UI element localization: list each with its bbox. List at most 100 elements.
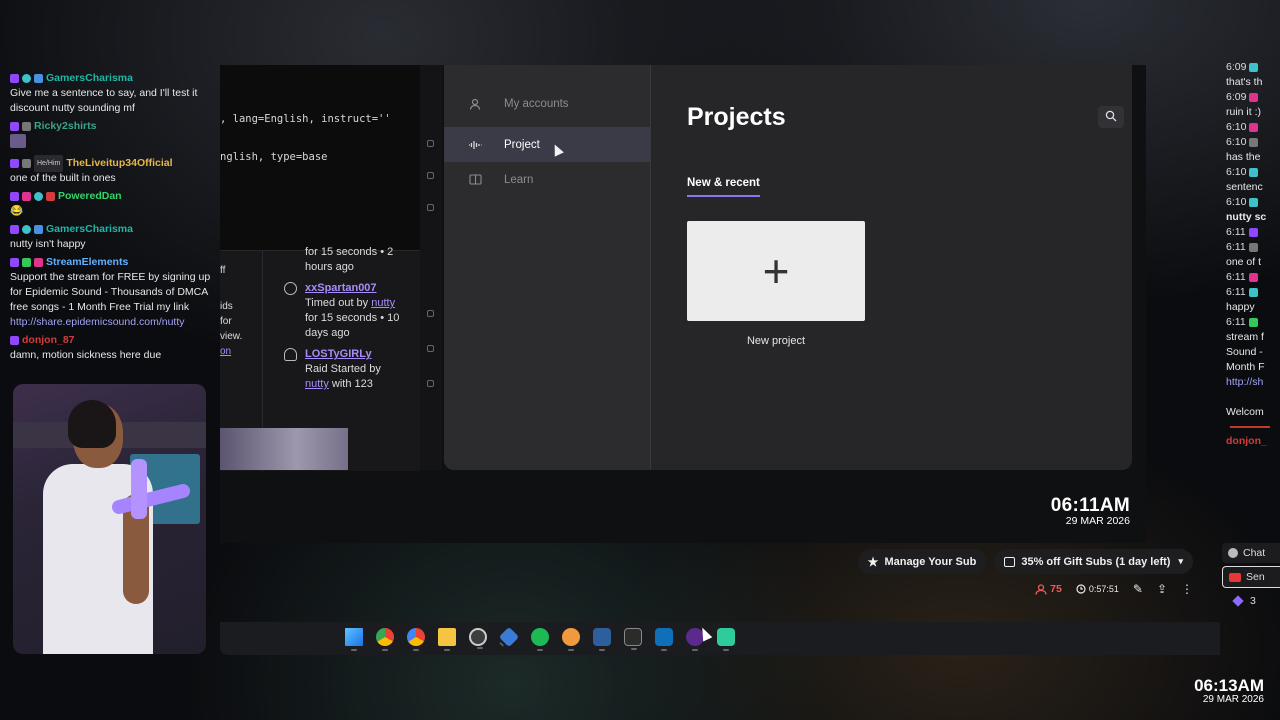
rail-icon[interactable] bbox=[427, 380, 434, 387]
book-icon bbox=[468, 173, 482, 187]
edit-icon[interactable]: ✎ bbox=[1133, 582, 1143, 596]
app-blue-icon[interactable] bbox=[498, 626, 520, 648]
terminal-icon[interactable] bbox=[624, 628, 642, 650]
chat-username[interactable]: TheLiveitup34Official bbox=[66, 156, 172, 171]
mod-log-entry: for 15 seconds • 2 hours ago bbox=[272, 245, 420, 275]
rail-icon[interactable] bbox=[427, 172, 434, 179]
nav-item-project[interactable]: Project bbox=[444, 127, 650, 162]
chat-link[interactable]: http://share.epidemicsound.com/nutty bbox=[10, 315, 212, 330]
mod-log-text: Raid Started by bbox=[305, 363, 381, 375]
right-chat-line: 6:10 bbox=[1226, 165, 1280, 180]
chat-badge-icon bbox=[34, 224, 43, 234]
send-button-label: Sen bbox=[1246, 571, 1265, 583]
chat-timestamp: 6:11 bbox=[1226, 316, 1246, 328]
chrome-icon[interactable] bbox=[376, 628, 394, 651]
chat-message: GamersCharisma Give me a sentence to say,… bbox=[10, 70, 212, 116]
terminal-window[interactable]: , lang=English, instruct='' nglish, type… bbox=[220, 65, 420, 250]
new-project-button[interactable]: + bbox=[687, 221, 865, 321]
chat-badge-icon bbox=[22, 224, 31, 234]
chat-message: StreamElements Support the stream for FRE… bbox=[10, 254, 212, 330]
chat-message-text: that's th bbox=[1226, 76, 1263, 88]
app-window: My accounts Project Learn Projects New &… bbox=[444, 65, 1132, 470]
chat-badge-icon bbox=[22, 121, 31, 131]
rail-icon[interactable] bbox=[427, 310, 434, 317]
chat-badge-icon bbox=[1249, 138, 1259, 147]
mod-log-link[interactable]: nutty bbox=[371, 297, 395, 309]
mod-log-text: Timed out by bbox=[305, 297, 372, 309]
chat-timestamp: 6:10 bbox=[1226, 196, 1247, 208]
green-app-icon[interactable] bbox=[717, 628, 735, 651]
chat-message-text: Give me a sentence to say, and I'll test… bbox=[10, 87, 198, 114]
chat-timestamp: 6:10 bbox=[1226, 121, 1247, 133]
chat-username[interactable]: StreamElements bbox=[46, 255, 128, 270]
rail-icon[interactable] bbox=[427, 140, 434, 147]
chat-user-line: donjon_87 bbox=[10, 332, 212, 348]
new-project-label: New project bbox=[746, 335, 806, 347]
inner-clock-time: 06:11AM bbox=[1050, 495, 1130, 516]
chat-username[interactable]: Ricky2shirts bbox=[34, 119, 96, 134]
gift-subs-label: 35% off Gift Subs (1 day left) bbox=[1021, 555, 1171, 568]
person-icon bbox=[1035, 583, 1047, 595]
points-value: 3 bbox=[1250, 595, 1256, 607]
manage-sub-button[interactable]: ★ Manage Your Sub bbox=[857, 549, 987, 574]
points-icon bbox=[1232, 595, 1244, 607]
tab-new-and-recent[interactable]: New & recent bbox=[687, 177, 760, 197]
windows-start-icon[interactable] bbox=[345, 628, 363, 651]
chat-message: donjon_87 damn, motion sickness here due bbox=[10, 332, 212, 363]
obs-icon[interactable] bbox=[469, 628, 487, 649]
right-chat-line: 6:11 bbox=[1226, 270, 1280, 285]
chat-message-text: stream f bbox=[1226, 331, 1264, 343]
right-chat-line: Sound - bbox=[1226, 345, 1280, 360]
webcam-overlay bbox=[13, 384, 206, 654]
chat-badge-icon bbox=[1249, 63, 1259, 72]
screen-capture: , lang=English, instruct='' nglish, type… bbox=[220, 65, 1146, 543]
right-chat-line: 6:10 bbox=[1226, 120, 1280, 135]
raid-icon bbox=[284, 348, 297, 361]
chrome-alt-icon[interactable] bbox=[407, 628, 425, 651]
share-icon[interactable]: ⇪ bbox=[1157, 582, 1167, 596]
chat-username[interactable]: GamersCharisma bbox=[46, 222, 133, 237]
nav-item-my-accounts[interactable]: My accounts bbox=[444, 86, 650, 121]
send-button[interactable]: Sen bbox=[1222, 566, 1280, 588]
gift-subs-button[interactable]: 35% off Gift Subs (1 day left) ▾ bbox=[994, 549, 1193, 574]
app-sidebar: My accounts Project Learn bbox=[444, 65, 651, 470]
streamer bbox=[43, 400, 153, 654]
mod-log: for 15 seconds • 2 hours ago xxSpartan00… bbox=[272, 246, 420, 398]
chat-timestamp: 6:11 bbox=[1226, 271, 1246, 283]
mod-log-user[interactable]: LOSTyGIRLy bbox=[305, 347, 420, 362]
cropped-link[interactable]: on bbox=[220, 344, 262, 359]
right-chat-line: 6:11 bbox=[1226, 315, 1280, 330]
chat-username[interactable]: donjon_ bbox=[1226, 434, 1280, 449]
chat-username[interactable]: GamersCharisma bbox=[46, 71, 133, 86]
chat-badge-icon bbox=[10, 158, 19, 168]
right-chat-controls: Chat Sen 3 bbox=[1222, 543, 1280, 614]
chat-username[interactable]: donjon_87 bbox=[22, 333, 75, 348]
right-chat-line: http://sh bbox=[1226, 375, 1280, 390]
rail-icon[interactable] bbox=[427, 345, 434, 352]
search-button[interactable] bbox=[1098, 106, 1124, 128]
chat-timestamp: 6:09 bbox=[1226, 91, 1247, 103]
chat-message-text: happy bbox=[1226, 301, 1255, 313]
mod-log-link[interactable]: nutty bbox=[305, 378, 329, 390]
mod-log-entry: LOSTyGIRLy Raid Started by nutty with 12… bbox=[272, 347, 420, 392]
stream-stats: 75 0:57:51 ✎ ⇪ ⋮ bbox=[1035, 580, 1193, 598]
chat-badge-icon bbox=[22, 73, 31, 83]
chat-link[interactable]: http://sh bbox=[1226, 375, 1263, 390]
mod-log-user[interactable]: xxSpartan007 bbox=[305, 281, 420, 296]
store-icon[interactable] bbox=[655, 628, 673, 651]
chat-timestamp: 6:11 bbox=[1226, 286, 1246, 298]
davinci-resolve-icon[interactable] bbox=[562, 628, 580, 651]
file-explorer-icon[interactable] bbox=[438, 628, 456, 651]
spotify-icon[interactable] bbox=[531, 628, 549, 651]
manage-sub-label: Manage Your Sub bbox=[884, 555, 977, 568]
chat-username[interactable]: PoweredDan bbox=[58, 189, 122, 204]
right-chat-line: ruin it :) bbox=[1226, 105, 1280, 120]
nav-item-learn[interactable]: Learn bbox=[444, 162, 650, 197]
terminal-line: nglish, type=base bbox=[220, 151, 328, 163]
more-options-icon[interactable]: ⋮ bbox=[1181, 582, 1193, 596]
chat-button[interactable]: Chat bbox=[1222, 543, 1280, 563]
chat-badge-icon bbox=[1249, 123, 1259, 132]
rail-icon[interactable] bbox=[427, 204, 434, 211]
channel-points[interactable]: 3 bbox=[1222, 591, 1280, 611]
audio-app-icon[interactable] bbox=[593, 628, 611, 651]
